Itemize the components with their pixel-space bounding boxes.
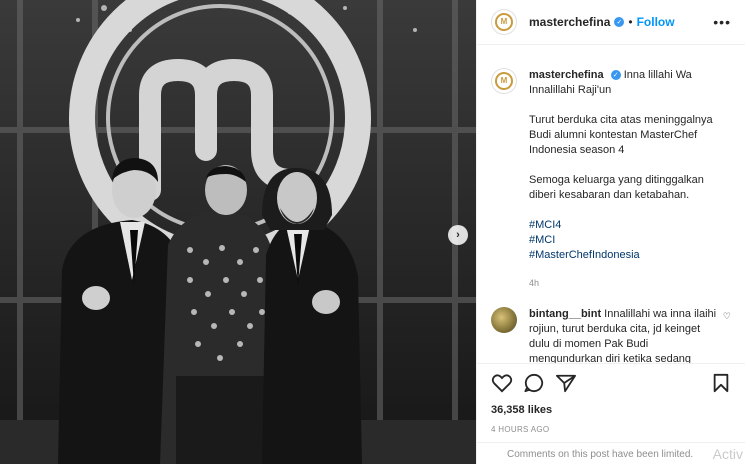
caption-username[interactable]: masterchefina bbox=[529, 69, 604, 81]
share-icon[interactable] bbox=[555, 373, 577, 393]
comment-like-heart-icon[interactable]: ♡ bbox=[723, 307, 731, 363]
hashtag-link[interactable]: #MCI4 bbox=[529, 218, 731, 233]
comment-text: bintang__bint Innalillahi wa inna ilaihi… bbox=[529, 307, 719, 363]
commenter-username[interactable]: bintang__bint bbox=[529, 308, 601, 320]
caption-avatar[interactable]: M bbox=[491, 68, 517, 94]
photo-image bbox=[0, 0, 476, 464]
hashtag-link[interactable]: #MCI bbox=[529, 233, 731, 248]
comment-item: bintang__bint Innalillahi wa inna ilaihi… bbox=[491, 307, 731, 363]
masterchef-logo-icon: M bbox=[495, 13, 513, 31]
comments-section[interactable]: M masterchefina ✓ Inna lillahi Wa Innali… bbox=[477, 46, 745, 363]
post-photo[interactable]: › bbox=[0, 0, 476, 464]
heart-icon[interactable] bbox=[491, 373, 513, 393]
account-avatar[interactable]: M bbox=[491, 9, 517, 35]
hashtag-list: #MCI4 #MCI #MasterChefIndonesia bbox=[529, 218, 731, 263]
masterchef-logo-icon: M bbox=[495, 72, 513, 90]
likes-count[interactable]: 36,358 likes bbox=[491, 404, 731, 416]
hashtag-link[interactable]: #MasterChefIndonesia bbox=[529, 248, 731, 263]
post-panel: M masterchefina ✓ • Follow ••• M masterc… bbox=[476, 0, 745, 464]
activation-watermark: Activ bbox=[712, 446, 743, 462]
comments-limited-notice: Comments on this post have been limited. bbox=[477, 442, 745, 464]
caption-timestamp[interactable]: 4h bbox=[529, 276, 731, 291]
bookmark-icon[interactable] bbox=[711, 373, 731, 393]
separator-dot: • bbox=[628, 15, 633, 29]
commenter-avatar[interactable] bbox=[491, 307, 517, 333]
caption-paragraph: Turut berduka cita atas meninggalnya Bud… bbox=[529, 114, 713, 156]
more-options-icon[interactable]: ••• bbox=[713, 14, 731, 30]
follow-button[interactable]: Follow bbox=[637, 15, 675, 29]
verified-badge-icon: ✓ bbox=[610, 70, 621, 81]
caption-paragraph: Semoga keluarga yang ditinggalkan diberi… bbox=[529, 174, 704, 201]
account-username[interactable]: masterchefina bbox=[529, 15, 610, 29]
action-icons bbox=[491, 372, 731, 394]
post-actions: 36,358 likes 4 HOURS AGO bbox=[477, 363, 745, 434]
caption: M masterchefina ✓ Inna lillahi Wa Innali… bbox=[491, 68, 731, 291]
caption-text: masterchefina ✓ Inna lillahi Wa Innalill… bbox=[529, 68, 731, 291]
comment-icon[interactable] bbox=[523, 373, 545, 393]
carousel-next-button[interactable]: › bbox=[448, 225, 468, 245]
chevron-right-icon: › bbox=[456, 229, 460, 241]
post-timestamp[interactable]: 4 HOURS AGO bbox=[491, 425, 731, 434]
post-header: M masterchefina ✓ • Follow ••• bbox=[477, 0, 745, 45]
verified-badge-icon: ✓ bbox=[614, 17, 625, 27]
